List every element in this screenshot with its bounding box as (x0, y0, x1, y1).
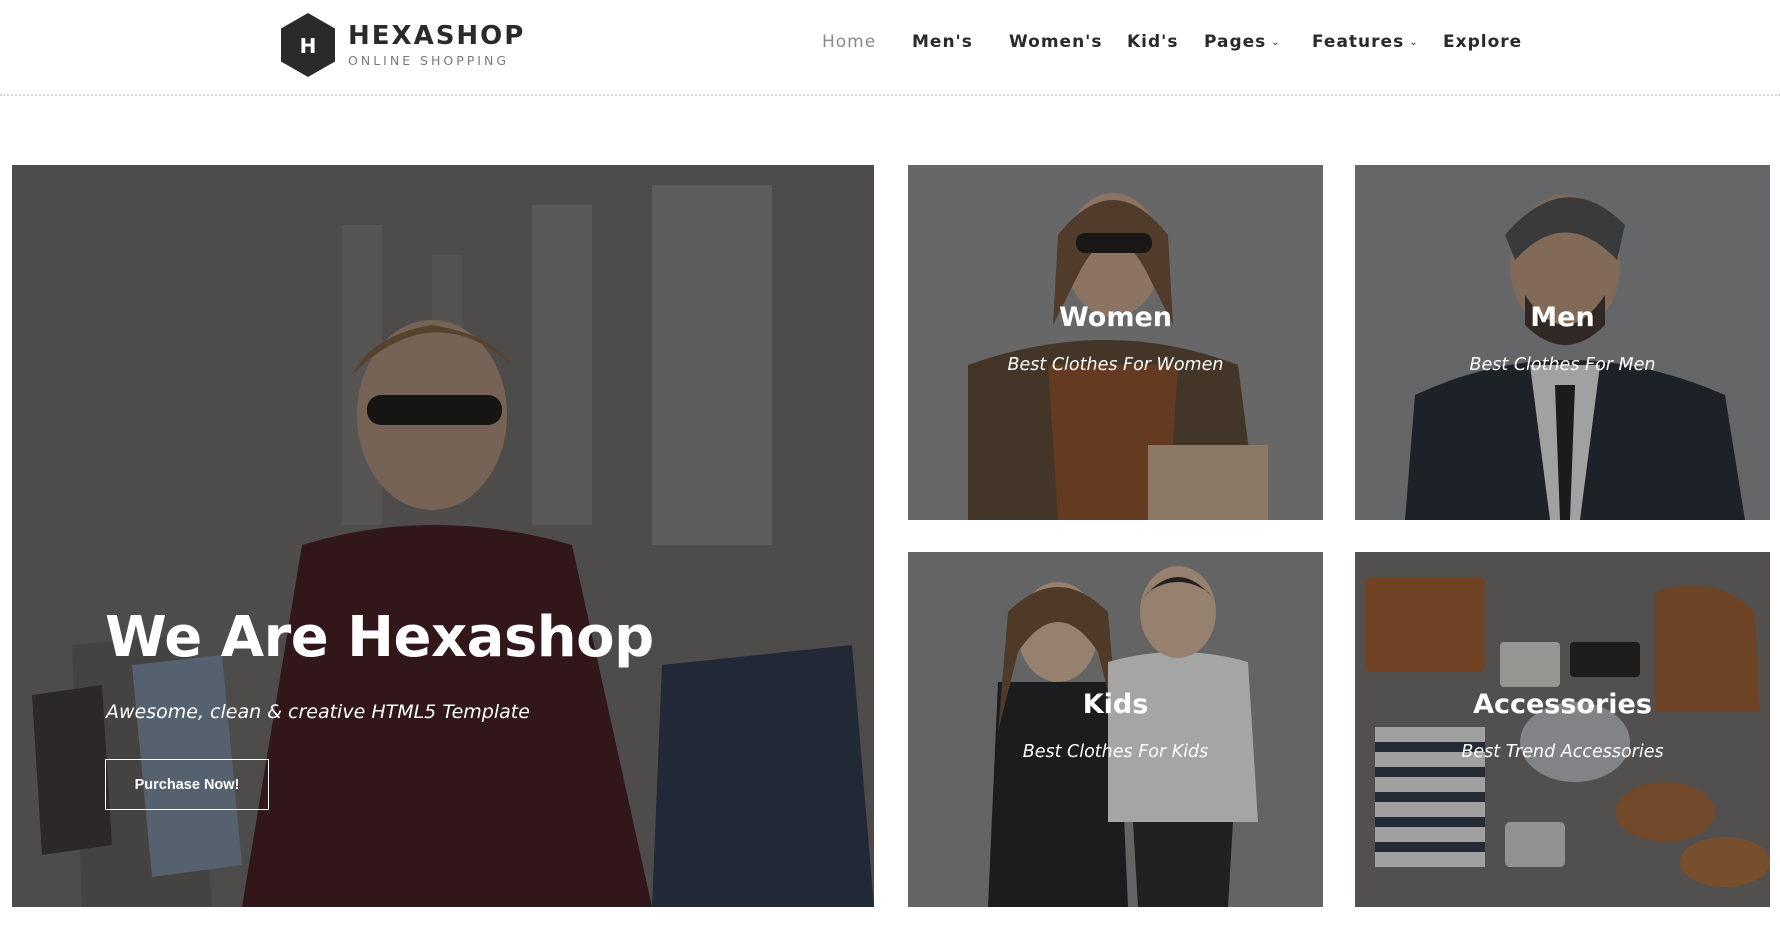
nav-item-womens[interactable]: Women's (1009, 32, 1127, 52)
hexagon-logo-icon: H (278, 11, 338, 79)
category-title: Women (1058, 302, 1173, 333)
category-title: Accessories (1473, 689, 1652, 720)
category-card-women[interactable]: Women Best Clothes For Women (908, 165, 1323, 520)
nav-item-features[interactable]: Features ⌄ (1312, 32, 1441, 52)
hero-title: We Are Hexashop (105, 605, 654, 670)
main-nav: Home Men's Women's Kid's Pages ⌄ Features… (822, 28, 1522, 56)
hero-banner: We Are Hexashop Awesome, clean & creativ… (12, 165, 874, 907)
svg-text:H: H (300, 34, 317, 58)
purchase-now-button[interactable]: Purchase Now! (105, 759, 269, 810)
site-header: H HEXASHOP ONLINE SHOPPING Home Men's Wo… (0, 0, 1780, 96)
category-card-accessories[interactable]: Accessories Best Trend Accessories (1355, 552, 1770, 907)
category-title: Men (1530, 302, 1595, 333)
category-card-men[interactable]: Men Best Clothes For Men (1355, 165, 1770, 520)
nav-item-explore[interactable]: Explore (1443, 32, 1522, 52)
chevron-down-icon: ⌄ (1409, 36, 1419, 48)
brand-title: HEXASHOP (348, 21, 526, 51)
brand-logo[interactable]: H HEXASHOP ONLINE SHOPPING (278, 11, 525, 79)
category-subtitle: Best Clothes For Men (1469, 355, 1656, 375)
category-subtitle: Best Clothes For Kids (1022, 742, 1209, 762)
nav-item-mens[interactable]: Men's (912, 32, 1001, 52)
nav-item-pages[interactable]: Pages ⌄ (1204, 32, 1308, 52)
nav-item-home[interactable]: Home (822, 32, 910, 52)
hero-subtitle: Awesome, clean & creative HTML5 Template (106, 701, 530, 723)
category-title: Kids (1082, 689, 1149, 720)
brand-subtitle: ONLINE SHOPPING (348, 53, 510, 68)
chevron-down-icon: ⌄ (1271, 36, 1281, 48)
category-subtitle: Best Clothes For Women (1007, 355, 1224, 375)
nav-item-kids[interactable]: Kid's (1127, 32, 1194, 52)
category-card-kids[interactable]: Kids Best Clothes For Kids (908, 552, 1323, 907)
category-subtitle: Best Trend Accessories (1461, 742, 1664, 762)
